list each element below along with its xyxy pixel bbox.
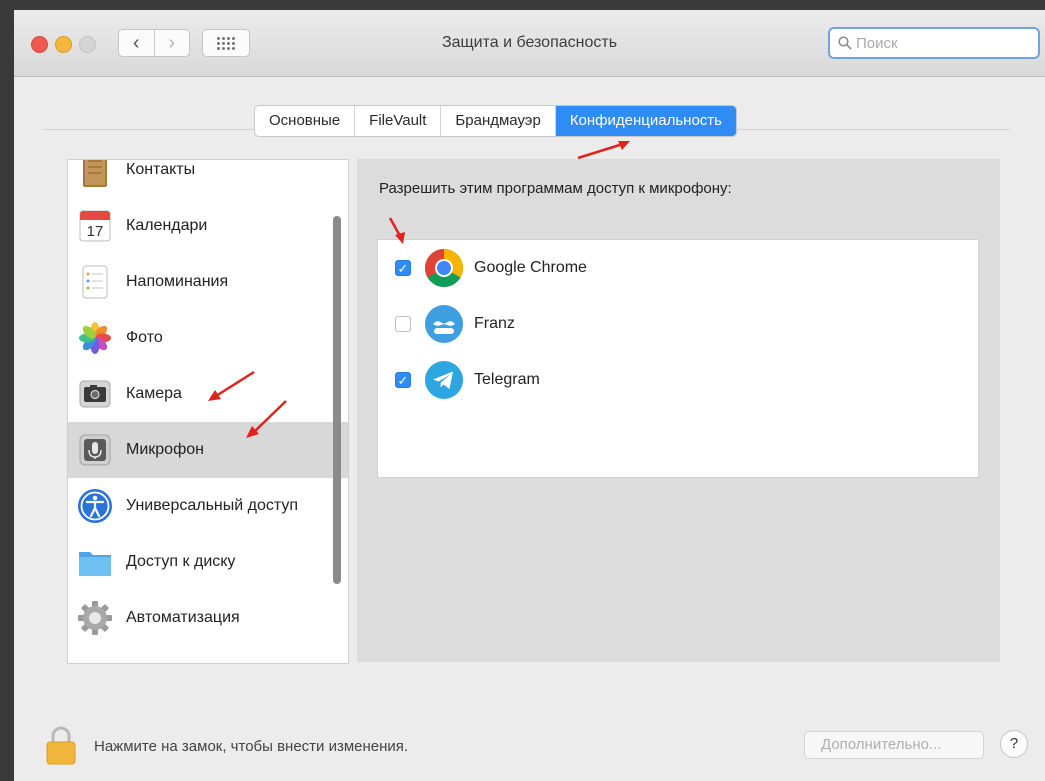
permission-panel: Разрешить этим программам доступ к микро…	[357, 159, 1000, 662]
sidebar-item-contacts[interactable]: Контакты	[68, 160, 348, 198]
sidebar-item-label: Фото	[126, 329, 163, 346]
app-name: Franz	[474, 315, 515, 332]
photos-icon	[79, 322, 111, 354]
franz-icon	[425, 305, 463, 343]
permission-title: Разрешить этим программам доступ к микро…	[379, 180, 732, 197]
tab-privacy[interactable]: Конфиденциальность	[555, 106, 736, 136]
telegram-icon	[425, 361, 463, 399]
list-item-franz: Franz	[378, 296, 978, 352]
search-icon	[838, 36, 852, 50]
lock-hint-text: Нажмите на замок, чтобы внести изменения…	[94, 738, 409, 755]
sidebar-item-reminders[interactable]: Напоминания	[68, 254, 348, 310]
contacts-icon	[83, 160, 107, 187]
privacy-category-list: Контакты 17 Календари Напоминания Фото К…	[67, 159, 349, 664]
tab-filevault[interactable]: FileVault	[355, 106, 442, 136]
sidebar-item-disk-access[interactable]: Доступ к диску	[68, 534, 348, 590]
sidebar-item-label: Камера	[126, 385, 182, 402]
sidebar-item-label: Календари	[126, 217, 208, 234]
gear-icon	[78, 601, 112, 635]
camera-icon	[79, 380, 111, 408]
folder-icon	[79, 552, 111, 576]
list-item-google-chrome: ✓ Google Chrome	[378, 240, 978, 296]
lock-icon[interactable]	[44, 725, 78, 765]
tab-bar: Основные FileVault Брандмауэр Конфиденци…	[254, 105, 737, 137]
sidebar-item-label: Напоминания	[126, 273, 229, 290]
sidebar-item-label: Универсальный доступ	[126, 497, 299, 514]
footer-bar: Нажмите на замок, чтобы внести изменения…	[14, 710, 1045, 781]
search-field[interactable]	[828, 27, 1040, 59]
allow-checkbox-google-chrome[interactable]: ✓	[395, 260, 411, 276]
sidebar-item-label: Автоматизация	[126, 609, 240, 626]
microphone-icon	[79, 434, 111, 466]
tab-firewall[interactable]: Брандмауэр	[441, 106, 556, 136]
sidebar-item-automation[interactable]: Автоматизация	[68, 590, 348, 646]
app-permission-list: ✓ Google Chrome Franz ✓ Telegram	[377, 239, 979, 478]
sidebar-item-microphone[interactable]: Микрофон	[68, 422, 348, 478]
accessibility-icon	[78, 489, 112, 523]
sidebar-item-calendars[interactable]: 17 Календари	[68, 198, 348, 254]
tab-general[interactable]: Основные	[255, 106, 356, 136]
sidebar-item-accessibility[interactable]: Универсальный доступ	[68, 478, 348, 534]
app-name: Google Chrome	[474, 259, 587, 276]
advanced-button[interactable]: Дополнительно...	[804, 731, 984, 759]
calendar-icon: 17	[79, 210, 111, 242]
calendar-icon-day: 17	[87, 223, 104, 240]
title-bar: ‹ › Защита и безопасность	[14, 10, 1045, 77]
security-privacy-window: ‹ › Защита и безопасность Основные FileV…	[14, 10, 1045, 781]
reminders-icon	[82, 265, 108, 299]
sidebar-item-label: Микрофон	[126, 441, 204, 458]
annotation-arrow-checkbox	[388, 217, 405, 244]
help-button[interactable]: ?	[1000, 730, 1028, 758]
list-item-telegram: ✓ Telegram	[378, 352, 978, 408]
allow-checkbox-franz[interactable]	[395, 316, 411, 332]
search-input[interactable]	[854, 33, 1028, 53]
sidebar-scrollbar[interactable]	[333, 216, 341, 584]
sidebar-item-label: Контакты	[126, 161, 196, 178]
chrome-icon	[425, 249, 463, 287]
annotation-arrow-privacy-tab	[577, 141, 630, 160]
app-name: Telegram	[474, 371, 540, 388]
annotation-arrow-microphone	[246, 400, 287, 438]
allow-checkbox-telegram[interactable]: ✓	[395, 372, 411, 388]
sidebar-item-label: Доступ к диску	[126, 553, 236, 570]
sidebar-item-photos[interactable]: Фото	[68, 310, 348, 366]
